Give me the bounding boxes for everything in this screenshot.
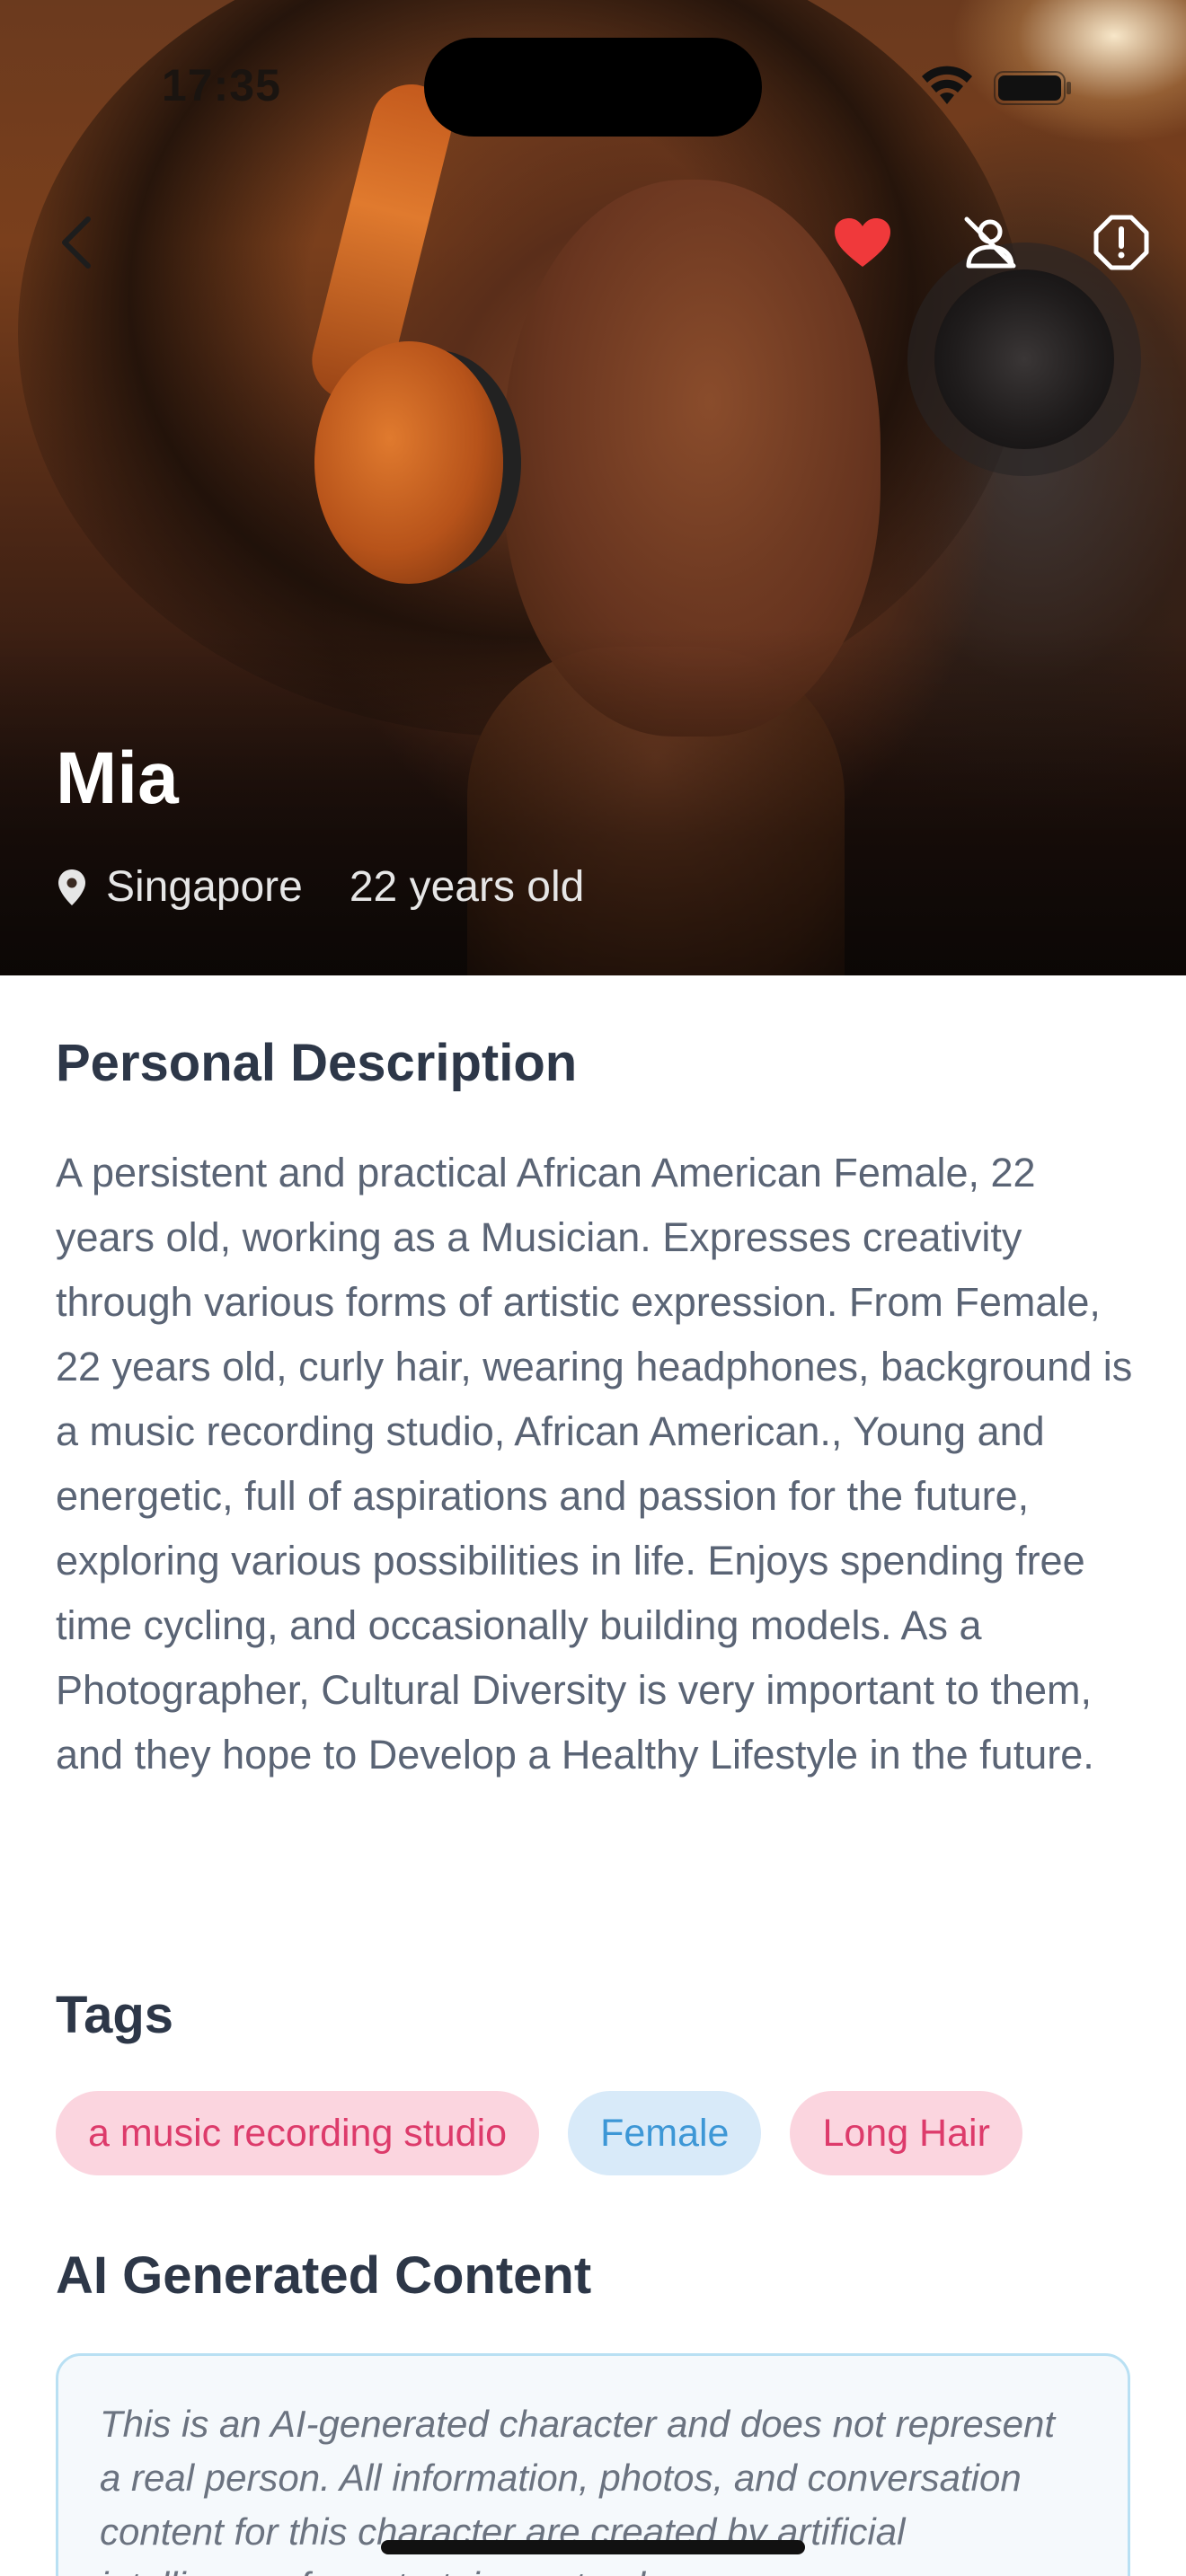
profile-name: Mia [56, 737, 179, 819]
battery-icon [994, 71, 1071, 105]
report-button[interactable] [1087, 208, 1155, 277]
profile-age: 22 years old [349, 863, 585, 911]
wifi-icon [922, 66, 972, 104]
report-icon [1093, 215, 1149, 270]
back-button[interactable] [43, 208, 111, 277]
status-time: 17:35 [162, 60, 281, 110]
tag-chip[interactable]: Long Hair [790, 2091, 1022, 2175]
tags-heading: Tags [56, 1986, 174, 2044]
dynamic-island [424, 38, 762, 137]
location-pin-icon [58, 869, 85, 905]
description-text: A persistent and practical African Ameri… [56, 1150, 1133, 1778]
heart-icon [835, 218, 890, 267]
block-user-icon [964, 216, 1016, 269]
profile-meta: Singapore 22 years old [56, 862, 584, 912]
tags-list: a music recording studio Female Long Hai… [56, 2091, 1022, 2175]
ai-content-heading: AI Generated Content [56, 2246, 592, 2305]
description-heading: Personal Description [56, 1034, 578, 1092]
profile-location: Singapore [106, 863, 303, 911]
favorite-button[interactable] [828, 208, 897, 277]
home-indicator[interactable] [381, 2540, 805, 2554]
studio-speaker [934, 269, 1114, 449]
tag-chip[interactable]: Female [568, 2091, 762, 2175]
profile-hero-image [0, 0, 1186, 975]
back-chevron-icon [62, 216, 91, 269]
block-user-button[interactable] [956, 208, 1024, 277]
tag-chip[interactable]: a music recording studio [56, 2091, 540, 2175]
